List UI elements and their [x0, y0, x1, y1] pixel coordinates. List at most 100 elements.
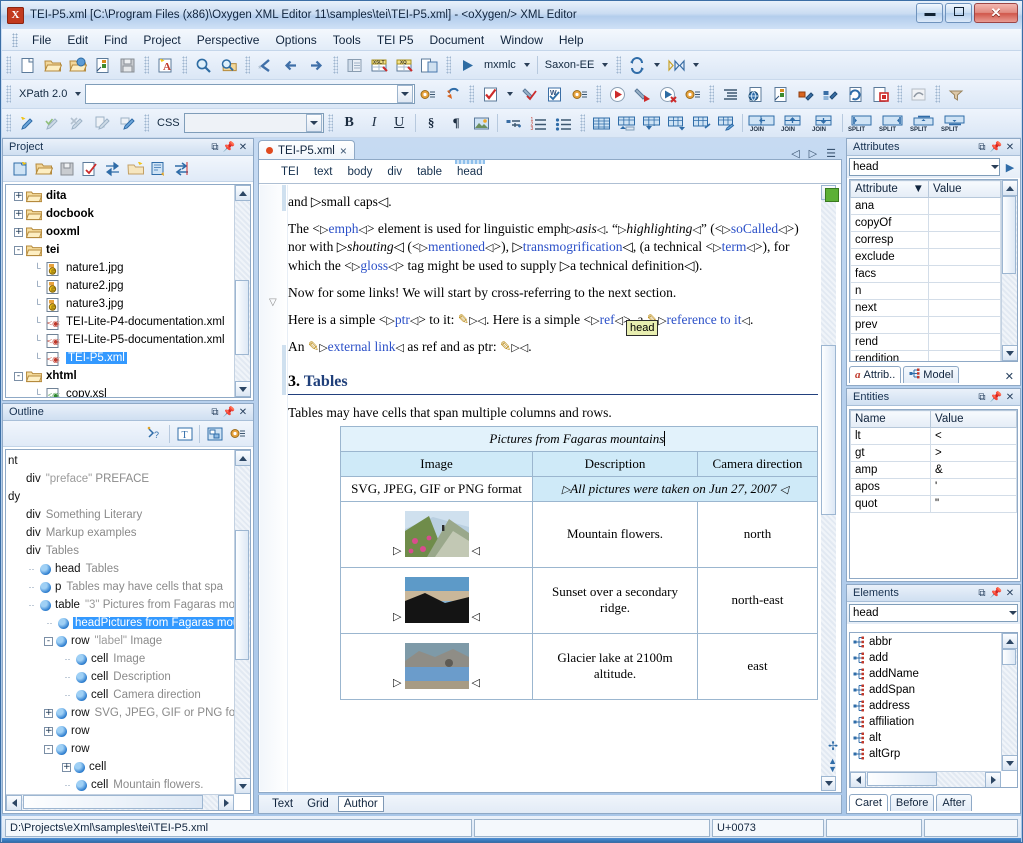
- format-indent-icon[interactable]: [718, 82, 743, 106]
- save-icon[interactable]: [115, 53, 140, 77]
- show-text-icon[interactable]: T: [173, 423, 196, 445]
- split-cell-up-icon[interactable]: SPLIT: [908, 111, 939, 135]
- menu-edit[interactable]: Edit: [59, 31, 96, 49]
- go-to-element-icon[interactable]: ▶: [1002, 161, 1018, 174]
- project-vertical-scrollbar[interactable]: [234, 185, 250, 397]
- new-project-icon[interactable]: [9, 158, 32, 180]
- apply-edit-icon[interactable]: [40, 111, 65, 135]
- editor-tab-tei-p5[interactable]: TEI-P5.xml ×: [258, 140, 355, 160]
- insert-row-above-icon[interactable]: [614, 111, 639, 135]
- entity-value-cell[interactable]: ': [930, 478, 1017, 496]
- scroll-up-button[interactable]: [235, 185, 250, 201]
- profiling-dropdown-icon[interactable]: [693, 63, 700, 67]
- xpath-input[interactable]: [85, 84, 416, 104]
- scrollbar-thumb[interactable]: [1002, 196, 1016, 274]
- attribute-name-cell[interactable]: copyOf: [850, 214, 929, 232]
- chevron-down-icon[interactable]: [991, 165, 999, 169]
- entity-value-cell[interactable]: ": [930, 495, 1017, 513]
- scrollbar-thumb[interactable]: [821, 345, 836, 515]
- breadcrumb-item-tei[interactable]: TEI: [281, 166, 299, 178]
- entity-value-cell[interactable]: <: [930, 427, 1017, 445]
- new-from-template-icon[interactable]: A: [153, 53, 178, 77]
- attribute-value-cell[interactable]: [928, 231, 1001, 249]
- find-icon[interactable]: [191, 53, 216, 77]
- table-row[interactable]: prev: [850, 316, 1001, 334]
- outline-tree-item[interactable]: + row: [6, 722, 234, 740]
- tree-expander-icon[interactable]: +: [14, 191, 23, 201]
- outline-tree-item[interactable]: dy: [6, 488, 234, 506]
- tab-author-mode[interactable]: Author: [337, 796, 384, 812]
- check-well-formed-icon[interactable]: W: [542, 82, 567, 106]
- insert-column-icon[interactable]: [664, 111, 689, 135]
- attribute-value-cell[interactable]: [928, 316, 1001, 334]
- close-panel-icon[interactable]: ✕: [1003, 390, 1017, 404]
- underline-icon[interactable]: U: [387, 111, 412, 135]
- validate-dropdown-icon[interactable]: [507, 92, 514, 96]
- split-cell-left-icon[interactable]: SPLIT: [846, 111, 877, 135]
- outline-tree-item[interactable]: div Tables: [6, 542, 234, 560]
- scrollbar-thumb[interactable]: [1002, 649, 1016, 665]
- close-panel-icon[interactable]: ✕: [1003, 140, 1017, 154]
- scroll-up-button[interactable]: [1002, 180, 1017, 196]
- css-select[interactable]: [183, 113, 324, 133]
- tab-attributes[interactable]: a Attrib..: [849, 366, 902, 383]
- table-properties-icon[interactable]: [714, 111, 739, 135]
- validate-document-icon[interactable]: [342, 53, 367, 77]
- outline-tree-item[interactable]: ·· headPictures from Fagaras mountain: [6, 614, 234, 632]
- outline-vertical-scrollbar[interactable]: [234, 450, 250, 794]
- scroll-left-button[interactable]: [6, 795, 22, 810]
- column-header-attribute[interactable]: Attribute ▼: [850, 180, 929, 198]
- scroll-up-button[interactable]: [235, 450, 250, 466]
- insert-unordered-list-icon[interactable]: [551, 111, 576, 135]
- compare-files-icon[interactable]: [417, 53, 442, 77]
- insert-cell-icon[interactable]: [689, 111, 714, 135]
- menu-options[interactable]: Options: [267, 31, 324, 49]
- attributes-vertical-scrollbar[interactable]: [1001, 180, 1017, 361]
- new-folder-icon[interactable]: [124, 158, 147, 180]
- insert-table-icon[interactable]: [589, 111, 614, 135]
- restore-panel-icon[interactable]: ⧉: [975, 140, 989, 154]
- outline-tree-item[interactable]: ·· cell Description: [6, 668, 234, 686]
- menu-tei-p5[interactable]: TEI P5: [369, 31, 422, 49]
- outline-tree-item[interactable]: nt: [6, 452, 234, 470]
- tree-expander-icon[interactable]: +: [44, 708, 53, 718]
- table-row[interactable]: next: [850, 299, 1001, 317]
- section-symbol-icon[interactable]: §: [419, 111, 444, 135]
- element-list-item[interactable]: address: [850, 698, 1001, 714]
- project-tree-item[interactable]: + ooxml: [8, 223, 234, 241]
- element-list-item[interactable]: addSpan: [850, 682, 1001, 698]
- css-dropdown-icon[interactable]: [305, 114, 322, 132]
- scrollbar-thumb[interactable]: [235, 530, 249, 660]
- breadcrumb-item-head[interactable]: head: [455, 159, 485, 178]
- breadcrumb-item-table[interactable]: table: [417, 166, 442, 178]
- attribute-name-cell[interactable]: corresp: [850, 231, 929, 249]
- attribute-value-cell[interactable]: [928, 282, 1001, 300]
- project-tree-item[interactable]: - tei: [8, 241, 234, 259]
- tree-expander-icon[interactable]: +: [14, 227, 23, 237]
- scroll-right-button[interactable]: [218, 795, 234, 810]
- signature-icon[interactable]: [906, 82, 931, 106]
- validate-icon[interactable]: [478, 82, 503, 106]
- italic-icon[interactable]: I: [362, 111, 387, 135]
- save-project-icon[interactable]: [55, 158, 78, 180]
- export-icon[interactable]: [768, 82, 793, 106]
- attribute-name-cell[interactable]: ana: [850, 197, 929, 215]
- elements-list-container[interactable]: abbr add addName addSpan address affiliation a…: [849, 632, 1018, 788]
- new-file-icon[interactable]: [15, 53, 40, 77]
- close-panel-icon[interactable]: ✕: [1003, 586, 1017, 600]
- collapse-expand-icon[interactable]: ✢: [828, 739, 838, 753]
- close-button[interactable]: ✕: [974, 3, 1018, 23]
- entity-name-cell[interactable]: amp: [850, 461, 931, 479]
- project-tree-item[interactable]: + docbook: [8, 205, 234, 223]
- entities-table-container[interactable]: Name Value lt < gt > amp & apos ' quot ": [849, 409, 1018, 579]
- run-transformation-icon[interactable]: [455, 53, 480, 77]
- insert-definition-list-icon[interactable]: [501, 111, 526, 135]
- project-tree-item[interactable]: + dita: [8, 187, 234, 205]
- remove-edit-icon[interactable]: [65, 111, 90, 135]
- table-row[interactable]: copyOf: [850, 214, 1001, 232]
- validation-options-icon[interactable]: [567, 82, 592, 106]
- tree-expander-icon[interactable]: +: [62, 762, 71, 772]
- tab-text-mode[interactable]: Text: [267, 797, 298, 811]
- table-row[interactable]: apos ': [850, 478, 1017, 496]
- back-arrow-icon[interactable]: [279, 53, 304, 77]
